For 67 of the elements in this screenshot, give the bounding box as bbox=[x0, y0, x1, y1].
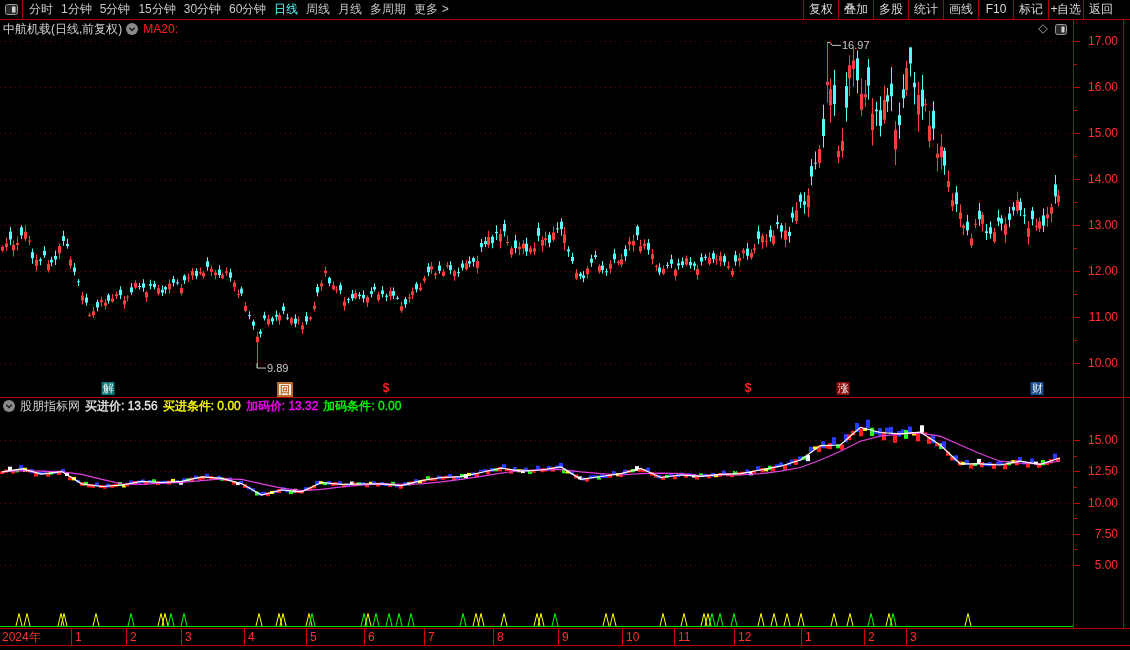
toolbar-button[interactable]: 叠加 bbox=[838, 0, 873, 19]
chart-title: 中航机载(日线,前复权) bbox=[3, 21, 123, 38]
event-tag[interactable]: $ bbox=[382, 382, 390, 395]
period-tab[interactable]: 60分钟 bbox=[229, 0, 267, 19]
time-label: 4 bbox=[244, 629, 255, 645]
period-tab[interactable]: 日线 bbox=[274, 0, 299, 19]
axis-label: 11.00 bbox=[1088, 310, 1118, 324]
time-label: 12 bbox=[734, 629, 752, 645]
period-tab[interactable]: 月线 bbox=[338, 0, 363, 19]
period-tab[interactable]: 更多 > bbox=[414, 0, 449, 19]
toolbar-button[interactable]: +自选 bbox=[1048, 0, 1083, 19]
axis-label: 13.00 bbox=[1087, 218, 1118, 232]
time-label: 7 bbox=[424, 629, 435, 645]
time-label: 2 bbox=[864, 629, 875, 645]
axis-label: 7.50 bbox=[1094, 527, 1118, 541]
axis-label: 10.00 bbox=[1087, 496, 1118, 510]
time-label: 6 bbox=[364, 629, 375, 645]
axis-label: 12.00 bbox=[1087, 264, 1118, 278]
time-label: 10 bbox=[622, 629, 640, 645]
indicator-value: 买进价: 13.56 bbox=[85, 397, 158, 415]
period-tab[interactable]: 多周期 bbox=[370, 0, 407, 19]
indicator-name: 股朋指标网 bbox=[20, 397, 80, 415]
time-label: 3 bbox=[181, 629, 192, 645]
indicator-value: 加码价: 13.32 bbox=[245, 397, 319, 415]
toolbar-button[interactable]: 统计 bbox=[908, 0, 943, 19]
axis-label: 14.00 bbox=[1087, 172, 1118, 186]
diamond-icon[interactable] bbox=[1038, 24, 1048, 34]
axis-label: 15.00 bbox=[1087, 126, 1118, 140]
axis-label: 12.50 bbox=[1087, 464, 1118, 478]
toolbar-button[interactable]: 标记 bbox=[1013, 0, 1048, 19]
event-tag[interactable]: 解 bbox=[101, 382, 115, 395]
toolbar-button[interactable]: F10 bbox=[978, 0, 1013, 19]
period-tab[interactable]: 30分钟 bbox=[183, 0, 222, 19]
time-label: 1 bbox=[801, 629, 812, 645]
indicator-value: 加码条件: 0.00 bbox=[323, 397, 402, 415]
indicator-value: 买进条件: 0.00 bbox=[162, 397, 241, 415]
time-label: 5 bbox=[306, 629, 317, 645]
time-label: 1 bbox=[71, 629, 82, 645]
panel-toggle-icon[interactable] bbox=[1055, 23, 1067, 35]
time-label: 9 bbox=[558, 629, 569, 645]
toolbar-button[interactable]: 画线 bbox=[943, 0, 978, 19]
panel-toggle-icon bbox=[4, 4, 18, 15]
axis-label: 5.00 bbox=[1094, 558, 1118, 572]
time-label: 2 bbox=[126, 629, 137, 645]
indicator-label: MA20: bbox=[143, 21, 178, 38]
event-tag[interactable]: 回 bbox=[277, 382, 293, 397]
time-label: 3 bbox=[906, 629, 917, 645]
time-label: 8 bbox=[493, 629, 504, 645]
period-tab[interactable]: 分时 bbox=[29, 0, 53, 19]
period-tab[interactable]: 1分钟 bbox=[61, 0, 92, 19]
period-tab[interactable]: 周线 bbox=[306, 0, 331, 19]
period-tab[interactable]: 5分钟 bbox=[99, 0, 131, 19]
event-tag[interactable]: 涨 bbox=[836, 382, 850, 395]
axis-label: 10.00 bbox=[1087, 356, 1118, 370]
axis-label: 17.00 bbox=[1087, 34, 1118, 48]
chevron-down-icon[interactable] bbox=[3, 399, 15, 412]
toolbar-button[interactable]: 返回 bbox=[1083, 0, 1118, 19]
chevron-down-icon[interactable] bbox=[126, 23, 139, 35]
axis-label: 15.00 bbox=[1087, 433, 1118, 447]
toolbar-button[interactable]: 复权 bbox=[803, 0, 838, 19]
toolbar-button[interactable]: 多股 bbox=[873, 0, 908, 19]
period-tab[interactable]: 15分钟 bbox=[138, 0, 176, 19]
event-tag[interactable]: $ bbox=[744, 382, 752, 395]
axis-label: 16.00 bbox=[1087, 80, 1118, 94]
event-tag[interactable]: 财 bbox=[1030, 382, 1044, 395]
time-label: 2024年 bbox=[2, 629, 41, 645]
time-label: 11 bbox=[674, 629, 691, 645]
